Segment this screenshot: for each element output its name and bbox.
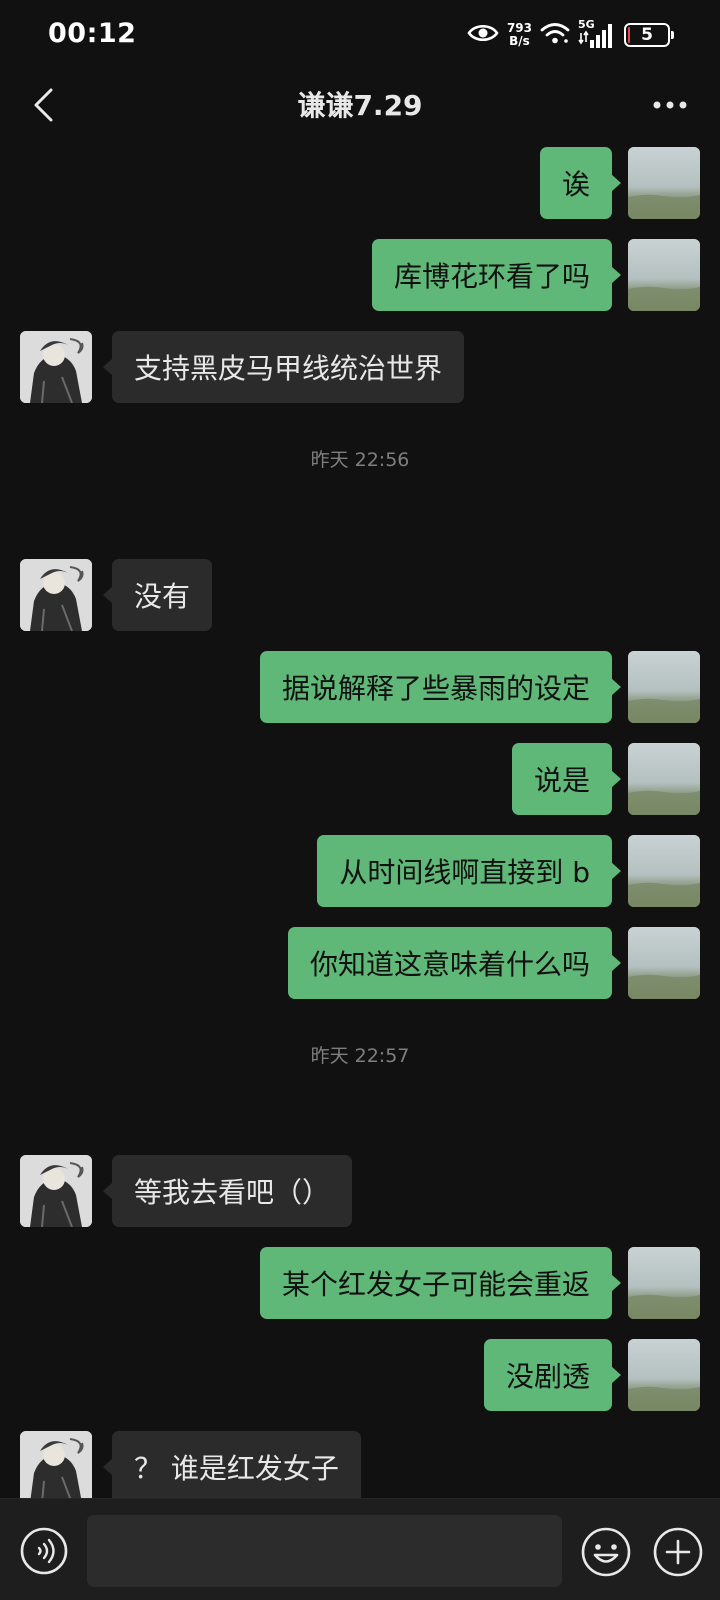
outgoing-message: 诶 bbox=[0, 147, 720, 219]
outgoing-message: 你知道这意味着什么吗 bbox=[0, 927, 720, 999]
status-time: 00:12 bbox=[48, 18, 137, 49]
message-bubble[interactable]: 等我去看吧（） bbox=[102, 1155, 353, 1227]
message-list[interactable]: 诶库博花环看了吗支持黑皮马甲线统治世界昨天 22:56 没有 据说解释了些暴雨的设定… bbox=[0, 140, 720, 1498]
my-avatar[interactable] bbox=[628, 1247, 700, 1319]
message-bubble[interactable]: 从时间线啊直接到 b bbox=[317, 835, 621, 907]
contact-avatar[interactable] bbox=[20, 1431, 92, 1498]
outgoing-message: 从时间线啊直接到 b bbox=[0, 835, 720, 907]
my-avatar[interactable] bbox=[628, 927, 700, 999]
outgoing-message: 库博花环看了吗 bbox=[0, 239, 720, 311]
message-bubble[interactable]: 库博花环看了吗 bbox=[371, 239, 622, 311]
message-bubble[interactable]: 说是 bbox=[511, 743, 622, 815]
eye-icon bbox=[467, 22, 499, 48]
voice-button[interactable] bbox=[19, 1526, 69, 1576]
status-icons: 793 B/s 5G 5 bbox=[467, 18, 674, 52]
battery-icon: 5 bbox=[624, 23, 674, 47]
wifi-icon bbox=[540, 21, 570, 49]
my-avatar[interactable] bbox=[628, 651, 700, 723]
status-bar: 00:12 793 B/s 5G 5 bbox=[0, 0, 720, 70]
battery-level: 5 bbox=[641, 25, 653, 45]
net-speed-unit: B/s bbox=[509, 34, 530, 48]
plus-icon bbox=[653, 1527, 703, 1577]
more-dots-icon bbox=[653, 101, 687, 109]
emoji-button[interactable] bbox=[580, 1526, 632, 1578]
message-input[interactable] bbox=[87, 1515, 562, 1587]
input-bar bbox=[0, 1498, 720, 1600]
emoji-icon bbox=[581, 1527, 631, 1577]
incoming-message: 没有 bbox=[0, 559, 720, 631]
my-avatar[interactable] bbox=[628, 1339, 700, 1411]
outgoing-message: 某个红发女子可能会重返 bbox=[0, 1247, 720, 1319]
timestamp: 昨天 22:57 bbox=[310, 1045, 410, 1067]
message-bubble[interactable]: 某个红发女子可能会重返 bbox=[259, 1247, 622, 1319]
timestamp: 昨天 22:56 bbox=[310, 449, 410, 471]
my-avatar[interactable] bbox=[628, 743, 700, 815]
plus-button[interactable] bbox=[652, 1526, 704, 1578]
my-avatar[interactable] bbox=[628, 835, 700, 907]
message-bubble[interactable]: 你知道这意味着什么吗 bbox=[287, 927, 622, 999]
message-bubble[interactable]: ？ 谁是红发女子 bbox=[103, 1431, 361, 1498]
message-bubble[interactable]: 据说解释了些暴雨的设定 bbox=[259, 651, 622, 723]
contact-avatar[interactable] bbox=[20, 559, 92, 631]
signal-icon: 5G bbox=[578, 18, 616, 50]
my-avatar[interactable] bbox=[628, 239, 700, 311]
contact-avatar[interactable] bbox=[20, 331, 92, 403]
outgoing-message: 说是 bbox=[0, 743, 720, 815]
chat-title: 谦谦7.29 bbox=[297, 89, 423, 122]
chat-header: 谦谦7.29 bbox=[0, 70, 720, 140]
message-bubble[interactable]: 没剧透 bbox=[483, 1339, 622, 1411]
incoming-message: 等我去看吧（） bbox=[0, 1155, 720, 1227]
outgoing-message: 据说解释了些暴雨的设定 bbox=[0, 651, 720, 723]
message-bubble[interactable]: 支持黑皮马甲线统治世界 bbox=[102, 331, 465, 403]
my-avatar[interactable] bbox=[628, 147, 700, 219]
outgoing-message: 没剧透 bbox=[0, 1339, 720, 1411]
voice-icon bbox=[20, 1527, 68, 1575]
incoming-message: 支持黑皮马甲线统治世界 bbox=[0, 331, 720, 403]
incoming-message: ？ 谁是红发女子 bbox=[0, 1431, 720, 1498]
contact-avatar[interactable] bbox=[20, 1155, 92, 1227]
more-button[interactable] bbox=[640, 80, 700, 130]
message-bubble[interactable]: 没有 bbox=[102, 559, 213, 631]
battery-fill bbox=[628, 27, 630, 43]
message-bubble[interactable]: 诶 bbox=[539, 147, 622, 219]
net-speed: 793 B/s bbox=[507, 22, 532, 48]
